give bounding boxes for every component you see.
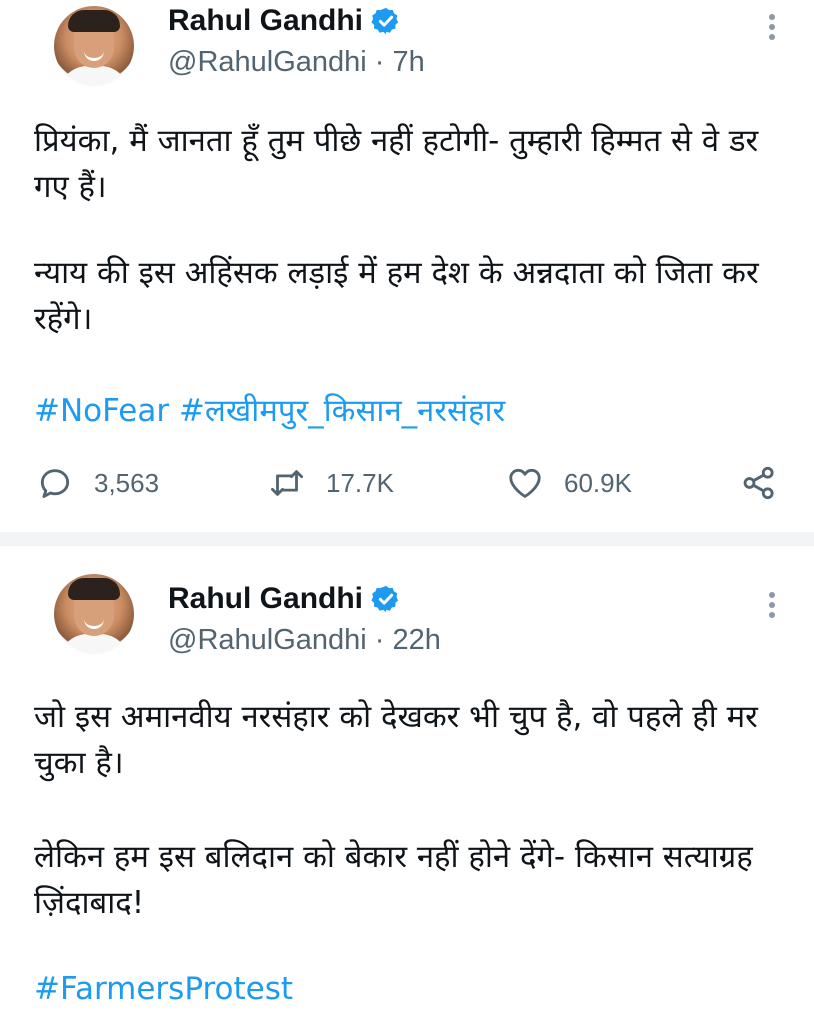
- dot: [769, 24, 775, 30]
- tweet-time[interactable]: · 7h: [375, 46, 425, 78]
- author-handle[interactable]: @RahulGandhi: [168, 46, 367, 78]
- hashtag-links[interactable]: #FarmersProtest: [34, 966, 794, 1012]
- reply-count: 3,563: [94, 467, 160, 498]
- tweet[interactable]: Rahul Gandhi @RahulGandhi · 7h प्रियंका,…: [0, 0, 814, 532]
- reply-button[interactable]: 3,563: [36, 458, 159, 508]
- avatar-hair: [68, 10, 120, 32]
- share-button[interactable]: [740, 458, 778, 508]
- dot: [769, 34, 775, 40]
- handle-row: @RahulGandhi · 22h: [168, 624, 441, 657]
- avatar[interactable]: [54, 574, 134, 654]
- tweet[interactable]: Rahul Gandhi @RahulGandhi · 22h जो इस अम…: [0, 546, 814, 1024]
- author-handle[interactable]: @RahulGandhi: [168, 624, 367, 656]
- hashtag-links[interactable]: #NoFear #लखीमपुर_किसान_नरसंहार: [34, 388, 794, 434]
- like-button[interactable]: 60.9K: [506, 458, 632, 508]
- author-row: Rahul Gandhi: [168, 4, 401, 38]
- author-row: Rahul Gandhi: [168, 582, 401, 616]
- dot: [769, 14, 775, 20]
- retweet-button[interactable]: 17.7K: [268, 458, 394, 508]
- tweet-paragraph: प्रियंका, मैं जानता हूँ तुम पीछे नहीं हट…: [34, 123, 759, 205]
- avatar[interactable]: [54, 6, 134, 86]
- avatar-hair: [68, 578, 120, 600]
- tweet-paragraph: लेकिन हम इस बलिदान को बेकार नहीं होने दे…: [34, 839, 753, 921]
- heart-icon: [509, 468, 541, 498]
- avatar-shirt: [58, 634, 130, 654]
- dot: [769, 612, 775, 618]
- verified-badge-icon: [371, 585, 399, 613]
- tweet-actions: 3,563 17.7K 60.9K: [0, 458, 814, 508]
- avatar-shirt: [58, 66, 130, 86]
- dot: [769, 592, 775, 598]
- author-name[interactable]: Rahul Gandhi: [168, 4, 363, 38]
- author-name[interactable]: Rahul Gandhi: [168, 582, 363, 616]
- retweet-icon: [271, 470, 303, 496]
- handle-row: @RahulGandhi · 7h: [168, 46, 425, 79]
- verified-badge-icon: [371, 7, 399, 35]
- more-options-button[interactable]: [760, 10, 784, 46]
- dot: [769, 602, 775, 608]
- like-count: 60.9K: [564, 467, 632, 498]
- speech-bubble-icon: [40, 469, 70, 498]
- tweet-paragraph: न्याय की इस अहिंसक लड़ाई में हम देश के अ…: [34, 255, 759, 337]
- tweet-divider: [0, 532, 814, 546]
- tweet-paragraph: जो इस अमानवीय नरसंहार को देखकर भी चुप है…: [34, 699, 758, 781]
- tweet-time[interactable]: · 22h: [375, 624, 441, 656]
- share-icon: [743, 466, 774, 500]
- retweet-count: 17.7K: [326, 467, 394, 498]
- more-options-button[interactable]: [760, 588, 784, 624]
